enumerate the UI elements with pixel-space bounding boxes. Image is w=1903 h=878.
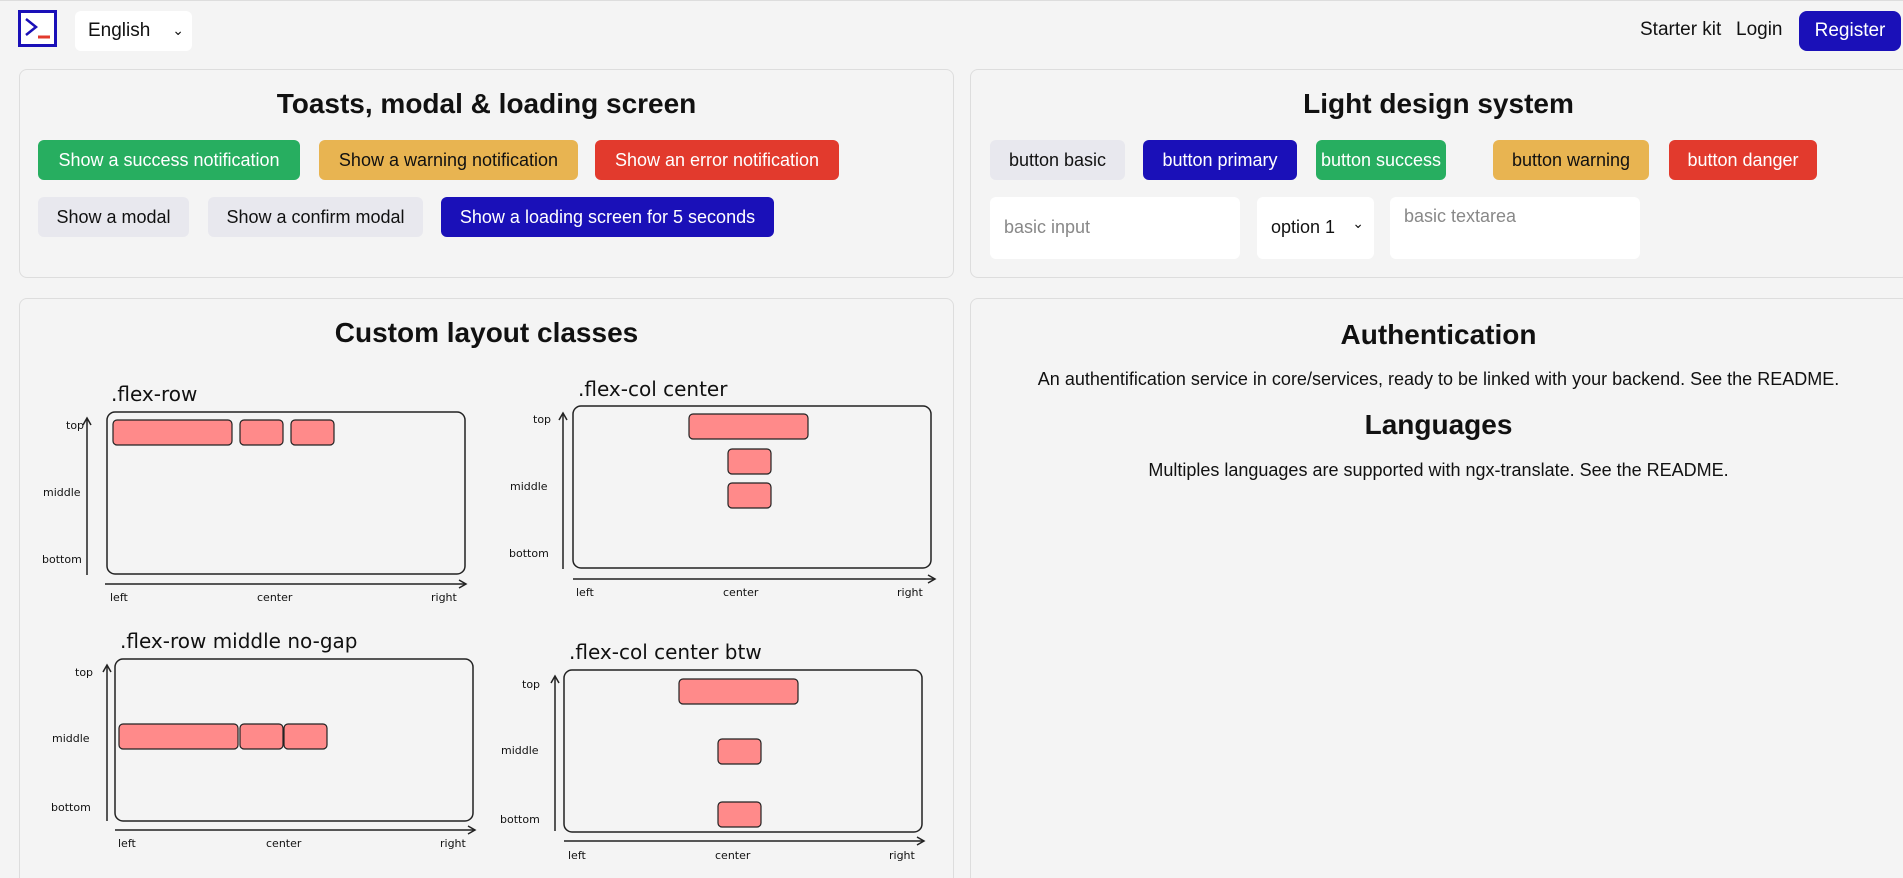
toasts-card-title: Toasts, modal & loading screen [276, 88, 697, 119]
authentication-title: Authentication [1340, 319, 1537, 350]
layout-diagrams: .flex-row top middle bottom left center … [42, 377, 937, 862]
flex-item [717, 801, 762, 828]
axis-bottom-label: bottom [42, 553, 82, 566]
axis-label: left [568, 849, 587, 862]
chevron-down-icon: ⌄ [1352, 215, 1364, 231]
logo-icon[interactable] [18, 10, 57, 47]
axis-label: center [266, 837, 302, 850]
flex-item [717, 738, 762, 765]
show-loading-button[interactable]: Show a loading screen for 5 seconds [441, 197, 774, 237]
show-confirm-modal-button[interactable]: Show a confirm modal [208, 197, 423, 237]
design-system-card-title: Light design system [1303, 88, 1574, 119]
show-modal-button[interactable]: Show a modal [38, 197, 189, 237]
flex-item [688, 413, 809, 440]
basic-textarea-placeholder: basic textarea [1404, 206, 1517, 226]
axis-label: middle [501, 744, 539, 757]
axis-middle-label: middle [43, 486, 81, 499]
flex-item [727, 482, 772, 509]
top-bar: English ⌄ Starter kit Login Register [0, 0, 1903, 60]
button-danger[interactable]: button danger [1669, 140, 1817, 180]
button-primary[interactable]: button primary [1143, 140, 1297, 180]
show-error-button[interactable]: Show an error notification [595, 140, 839, 180]
language-select-value: English [88, 20, 151, 41]
show-success-button[interactable]: Show a success notification [38, 140, 300, 180]
basic-textarea[interactable]: basic textarea [1390, 197, 1640, 259]
design-system-card: Light design system button basic button … [970, 69, 1903, 278]
basic-input[interactable]: basic input [990, 197, 1240, 259]
flex-item [118, 723, 239, 750]
axis-label: bottom [500, 813, 540, 826]
diagram-title: .flex-row middle no-gap [120, 629, 358, 653]
chevron-down-icon: ⌄ [172, 22, 184, 38]
axis-label: right [897, 586, 924, 599]
button-basic[interactable]: button basic [990, 140, 1125, 180]
authentication-text: An authentification service in core/serv… [1037, 369, 1840, 389]
axis-label: bottom [509, 547, 549, 560]
axis-left-label: left [110, 591, 129, 604]
show-warning-button[interactable]: Show a warning notification [319, 140, 578, 180]
axis-top-label: top [66, 419, 84, 432]
languages-title: Languages [1364, 409, 1513, 440]
axis-label: middle [52, 732, 90, 745]
flex-item [239, 723, 284, 750]
axis-label: right [889, 849, 916, 862]
axis-label: middle [510, 480, 548, 493]
basic-input-placeholder: basic input [1004, 217, 1091, 237]
flex-item [678, 678, 799, 705]
nav-starter-kit[interactable]: Starter kit [1640, 19, 1721, 41]
button-success[interactable]: button success [1316, 140, 1446, 180]
button-warning[interactable]: button warning [1493, 140, 1649, 180]
flex-item [727, 448, 772, 475]
toasts-card: Toasts, modal & loading screen Show a su… [19, 69, 954, 278]
axis-label: top [522, 678, 540, 691]
flex-item [239, 419, 284, 446]
flex-item [283, 723, 328, 750]
axis-label: top [75, 666, 93, 679]
axis-label: center [723, 586, 759, 599]
language-select[interactable]: English ⌄ [75, 11, 192, 51]
axis-label: center [715, 849, 751, 862]
authentication-card: Authentication An authentification servi… [970, 298, 1903, 878]
flex-item [290, 419, 335, 446]
flex-item [112, 419, 233, 446]
axis-label: top [533, 413, 551, 426]
axis-label: left [576, 586, 595, 599]
axis-label: bottom [51, 801, 91, 814]
axis-label: left [118, 837, 137, 850]
option-select[interactable]: option 1 ⌄ [1257, 197, 1374, 259]
diagram-title: .flex-col center [578, 377, 728, 401]
register-button[interactable]: Register [1799, 11, 1901, 51]
diagram-title: .flex-row [111, 382, 197, 406]
axis-right-label: right [431, 591, 458, 604]
languages-text: Multiples languages are supported with n… [1148, 460, 1729, 480]
layout-card: Custom layout classes .flex-row top midd… [19, 298, 954, 878]
diagram-title: .flex-col center btw [569, 640, 762, 664]
axis-label: right [440, 837, 467, 850]
axis-center-label: center [257, 591, 293, 604]
nav-login[interactable]: Login [1736, 19, 1783, 41]
option-select-value: option 1 [1271, 217, 1336, 237]
